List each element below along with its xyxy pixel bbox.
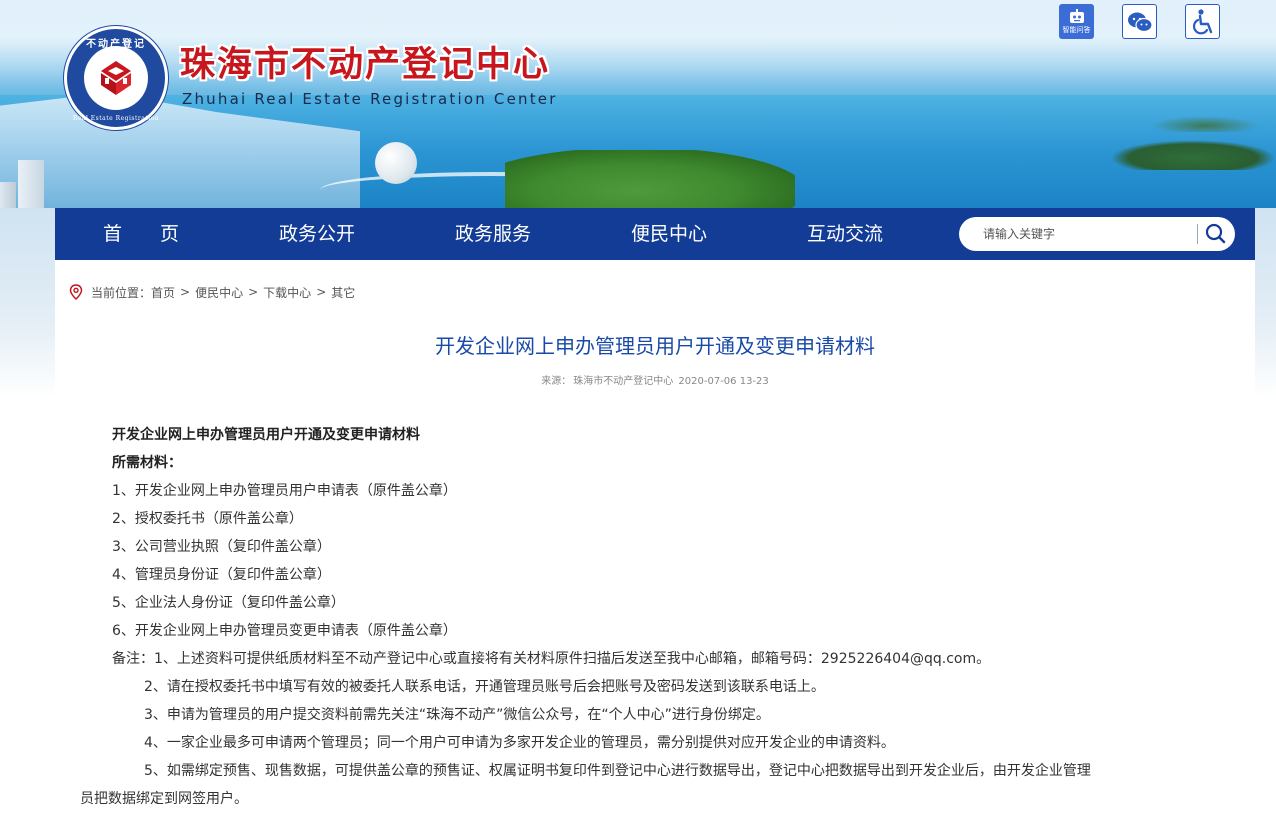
source-name: 珠海市不动产登记中心	[573, 376, 674, 387]
registry-emblem-icon	[101, 61, 131, 95]
location-pin-icon	[69, 284, 83, 300]
nav-item-government-affairs[interactable]: 政务公开	[279, 208, 355, 260]
material-item: 5、企业法人身份证（复印件盖公章）	[112, 595, 345, 611]
main-content: 当前位置： 首页 > 便民中心 > 下载中心 > 其它 开发企业网上申办管理员用…	[55, 260, 1255, 826]
side-decoration	[1255, 208, 1276, 398]
top-toolbar: 智能问答	[1059, 4, 1220, 40]
note-item: 3、申请为管理员的用户提交资料前需先关注“珠海不动产”微信公众号，在“个人中心”…	[144, 707, 770, 723]
material-item: 6、开发企业网上申办管理员变更申请表（原件盖公章）	[112, 623, 457, 639]
search-divider	[1197, 224, 1198, 244]
publish-date: 2020-07-06 13-23	[678, 376, 769, 387]
island-backdrop	[1150, 116, 1260, 132]
tower-building	[18, 160, 44, 208]
island-backdrop	[505, 150, 795, 208]
nav-item-convenience-center[interactable]: 便民中心	[631, 208, 707, 260]
island-backdrop	[1110, 140, 1276, 170]
site-subtitle: Zhuhai Real Estate Registration Center	[182, 90, 558, 108]
site-logo[interactable]: 不动产登记 Real Estate Registration	[64, 26, 168, 130]
note-item: 备注：1、上述资料可提供纸质材料至不动产登记中心或直接将有关材料原件扫描后发送至…	[112, 651, 991, 667]
breadcrumb-download-center[interactable]: 下载中心	[263, 284, 311, 301]
smart-qa-button[interactable]: 智能问答	[1059, 4, 1094, 39]
material-item: 1、开发企业网上申办管理员用户申请表（原件盖公章）	[112, 483, 457, 499]
wechat-icon	[1127, 12, 1153, 32]
smart-qa-label: 智能问答	[1062, 26, 1091, 34]
note-item-continuation: 员把数据绑定到网签用户。	[80, 791, 248, 807]
side-decoration	[0, 208, 55, 398]
wechat-button[interactable]	[1122, 4, 1157, 39]
nav-item-government-services[interactable]: 政务服务	[455, 208, 531, 260]
materials-heading: 所需材料：	[112, 455, 182, 471]
nav-item-home[interactable]: 首 页	[103, 208, 179, 260]
breadcrumb-other[interactable]: 其它	[331, 284, 355, 301]
material-item: 4、管理员身份证（复印件盖公章）	[112, 567, 331, 583]
material-item: 3、公司营业执照（复印件盖公章）	[112, 539, 331, 555]
note-item: 4、一家企业最多可申请两个管理员；同一个用户可申请为多家开发企业的管理员，需分别…	[144, 735, 895, 751]
accessibility-button[interactable]	[1185, 4, 1220, 39]
search-box	[959, 217, 1235, 251]
robot-icon	[1069, 9, 1084, 23]
dome-building	[375, 142, 417, 184]
breadcrumb-convenience-center[interactable]: 便民中心	[195, 284, 243, 301]
body-heading: 开发企业网上申办管理员用户开通及变更申请材料	[112, 427, 420, 443]
breadcrumb-home[interactable]: 首页	[151, 284, 175, 301]
breadcrumb-separator: >	[180, 285, 191, 299]
source-label: 来源：	[541, 376, 572, 387]
header-banner: 不动产登记 Real Estate Registration 珠海市不动产登记中…	[0, 0, 1276, 208]
breadcrumb: 当前位置： 首页 > 便民中心 > 下载中心 > 其它	[69, 283, 355, 301]
note-item: 2、请在授权委托书中填写有效的被委托人联系电话，开通管理员账号后会把账号及密码发…	[144, 679, 825, 695]
logo-ring-bottom-text: Real Estate Registration	[72, 115, 160, 122]
material-item: 2、授权委托书（原件盖公章）	[112, 511, 303, 527]
site-title: 珠海市不动产登记中心	[180, 45, 551, 85]
breadcrumb-separator: >	[316, 285, 327, 299]
search-input[interactable]	[983, 224, 1195, 244]
article-title: 开发企业网上申办管理员用户开通及变更申请材料	[435, 334, 875, 358]
nav-item-interaction[interactable]: 互动交流	[807, 208, 883, 260]
breadcrumb-separator: >	[248, 285, 259, 299]
note-item: 5、如需绑定预售、现售数据，可提供盖公章的预售证、权属证明书复印件到登记中心进行…	[144, 763, 1091, 779]
accessibility-icon	[1192, 8, 1212, 34]
breadcrumb-prefix: 当前位置：	[91, 285, 152, 300]
search-icon[interactable]	[1203, 222, 1229, 246]
article-meta: 来源： 珠海市不动产登记中心 2020-07-06 13-23	[55, 372, 1255, 387]
main-nav: 首 页 政务公开 政务服务 便民中心 互动交流	[55, 208, 1255, 260]
tower-building	[0, 182, 16, 208]
